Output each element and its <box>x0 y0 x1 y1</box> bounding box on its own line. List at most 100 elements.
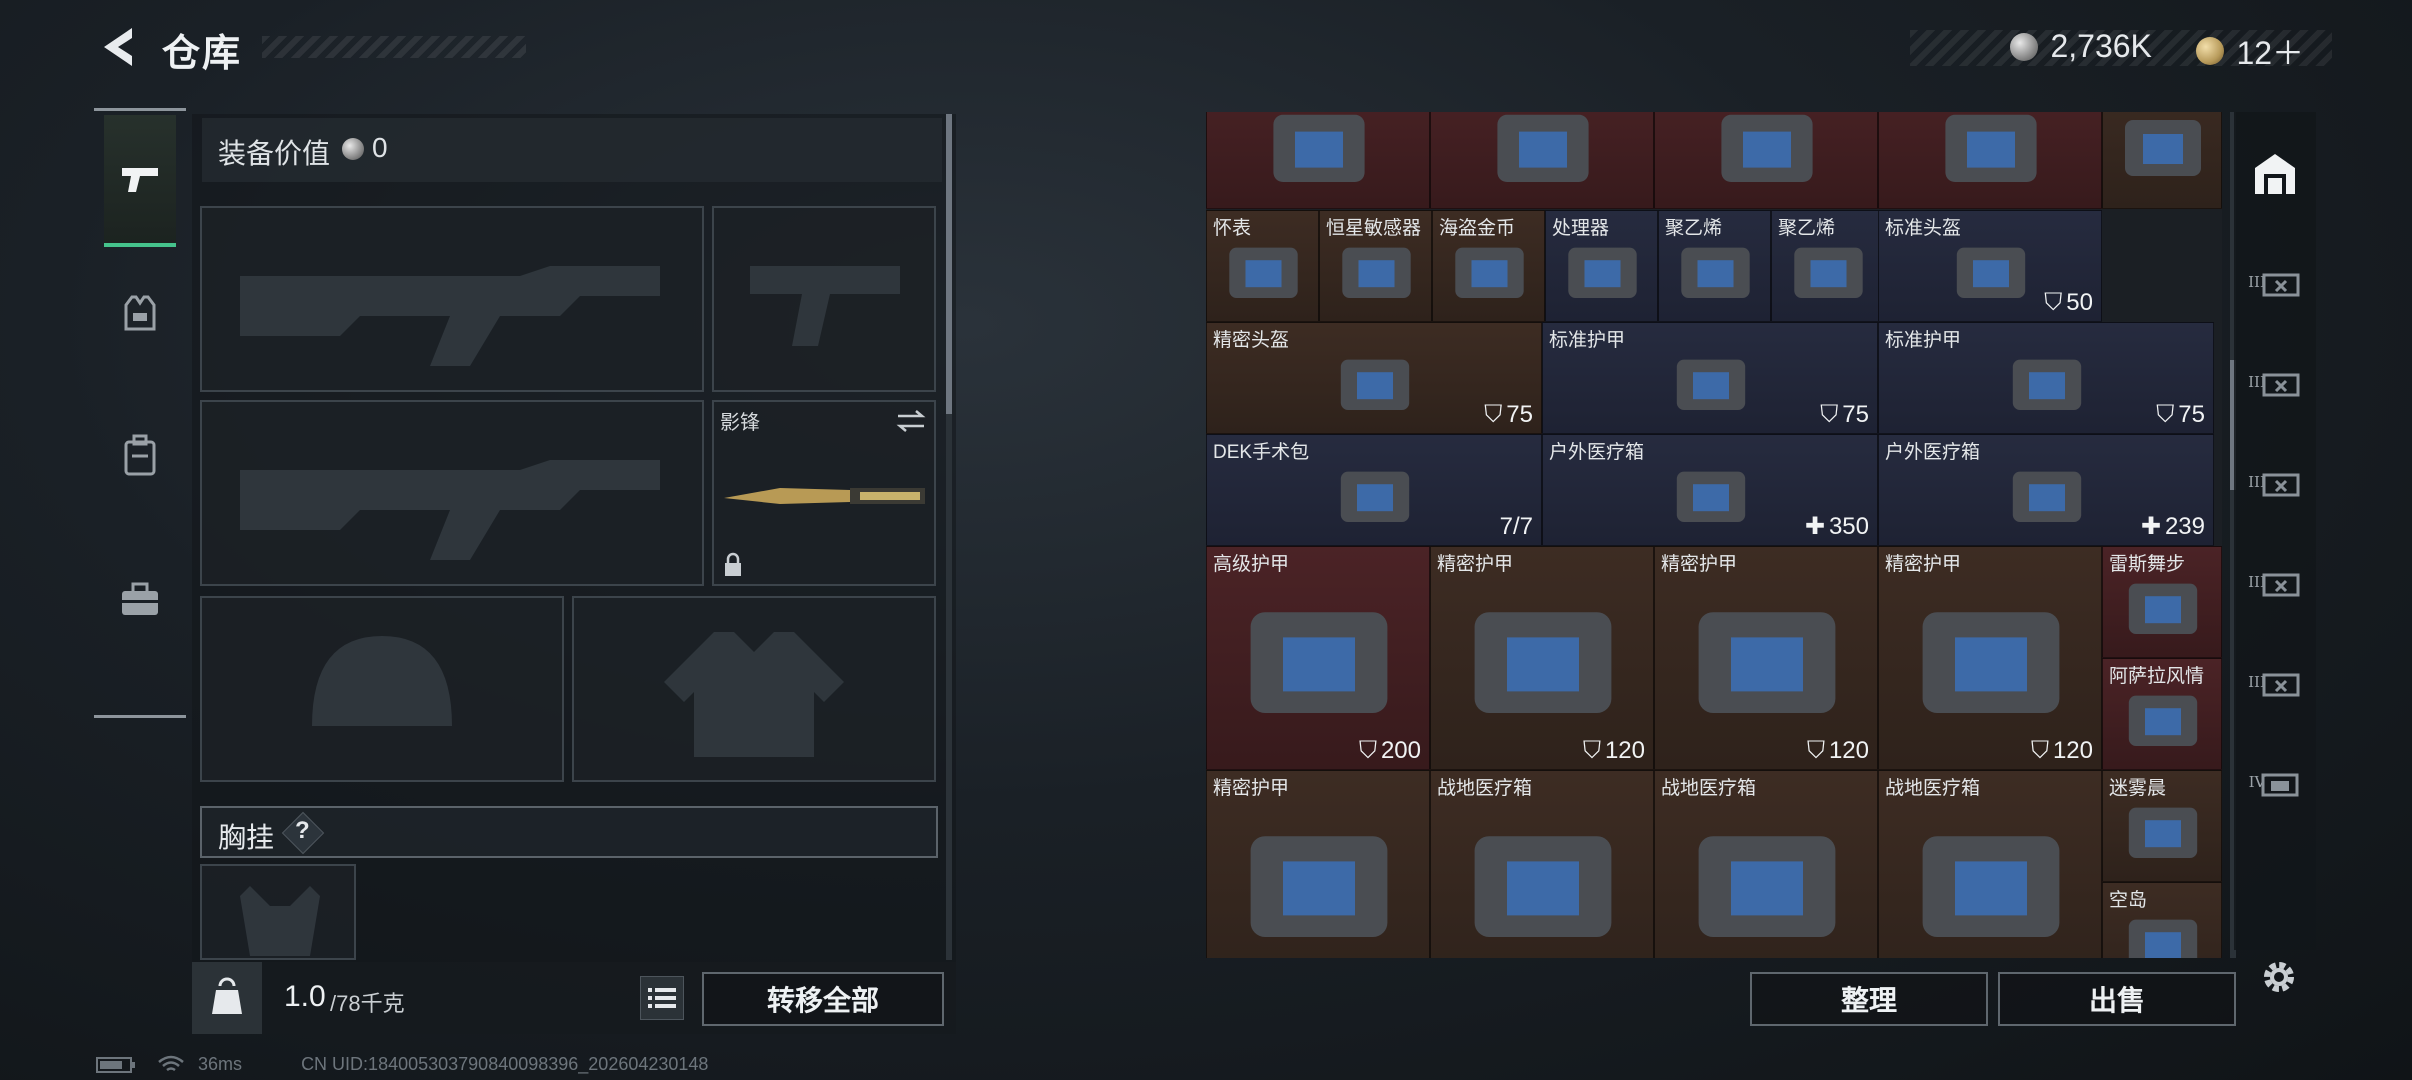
item-image <box>1250 836 1388 937</box>
stash-item[interactable] <box>1654 112 1878 209</box>
stash-item[interactable]: 精密头盔 ⛉ 75 <box>1206 322 1542 434</box>
item-image <box>1922 836 2060 937</box>
item-name: 标准护甲 <box>1885 330 1962 351</box>
item-value-text: 350 <box>1828 513 1869 540</box>
tab-vest[interactable] <box>104 249 176 377</box>
item-name: 恒星敏感器 <box>1326 218 1422 239</box>
tab-stash-iii-4[interactable]: III <box>2246 536 2304 628</box>
tab-backpack[interactable] <box>104 391 176 519</box>
stash-item[interactable]: DEK手术包 7/7 <box>1206 434 1542 546</box>
silver-coin-icon <box>342 138 364 160</box>
tab-vault[interactable] <box>2246 128 2304 220</box>
stash-item[interactable]: 雷斯舞步 <box>2102 546 2222 658</box>
shield-icon: ⛉ <box>2156 401 2175 428</box>
item-value: ⛉ 75 <box>2156 401 2205 429</box>
stash-item[interactable] <box>1430 112 1654 209</box>
stash-item[interactable] <box>1878 112 2102 209</box>
gold-amount: 12＋ <box>2236 35 2305 71</box>
stash-item[interactable]: 标准护甲 ⛉ 75 <box>1878 322 2214 434</box>
item-name: 战地医疗箱 <box>1661 778 1757 799</box>
item-image <box>1945 114 2037 182</box>
tab-stash-iii-1[interactable]: III <box>2246 236 2304 328</box>
stash-item[interactable]: 聚乙烯 <box>1658 210 1771 322</box>
shield-icon: ⛉ <box>1820 401 1839 428</box>
item-image <box>2012 471 2082 522</box>
stash-item[interactable]: 精密护甲 ⛉ 120 <box>1430 546 1654 770</box>
shield-icon: ⛉ <box>2044 289 2063 316</box>
item-image <box>1497 114 1589 182</box>
stash-box-icon <box>2261 773 2299 797</box>
primary-weapon-slot[interactable] <box>200 206 704 392</box>
stash-item[interactable]: 精密护甲 <box>1206 770 1430 958</box>
stash-item[interactable]: 聚乙烯 <box>1771 210 1884 322</box>
equipment-tab-column <box>94 108 186 718</box>
item-image <box>1250 612 1388 713</box>
melee-slot[interactable]: 影锋 <box>712 400 936 586</box>
pistol-icon <box>122 168 158 192</box>
stash-item[interactable]: 怀表 <box>1206 210 1319 322</box>
stash-box-icon <box>2262 273 2300 297</box>
stash-item[interactable]: 战地医疗箱 <box>1430 770 1654 958</box>
armor-slot[interactable] <box>572 596 936 782</box>
tab-stash-iv[interactable]: IV <box>2246 736 2304 828</box>
stash-item[interactable]: 阿萨拉风情 <box>2102 658 2222 770</box>
item-name: 处理器 <box>1552 218 1610 239</box>
item-name: 精密护甲 <box>1213 778 1290 799</box>
chest-rig-header: 胸挂 ? <box>200 806 938 858</box>
item-value-text: 120 <box>2052 737 2093 764</box>
item-name: 空岛 <box>2109 890 2148 911</box>
item-value-text: 200 <box>1380 737 1421 764</box>
stash-item[interactable]: 海盗金币 <box>1432 210 1545 322</box>
stash-item[interactable]: 标准护甲 ⛉ 75 <box>1542 322 1878 434</box>
tab-toolbox[interactable] <box>104 535 176 663</box>
stash-item[interactable]: 高级护甲 ⛉ 200 <box>1206 546 1430 770</box>
equipment-value: 0 <box>372 132 388 163</box>
stash-item[interactable]: 精密护甲 ⛉ 120 <box>1654 546 1878 770</box>
item-name: 战地医疗箱 <box>1437 778 1533 799</box>
stash-item[interactable]: 空岛 <box>2102 882 2222 958</box>
chest-rig-slot[interactable] <box>200 864 356 960</box>
stash-item[interactable]: 标准头盔 ⛉ 50 <box>1878 210 2102 322</box>
item-image <box>1676 471 1746 522</box>
sell-button[interactable]: 出售 <box>1998 972 2236 1026</box>
stash-item[interactable]: 精密护甲 ⛉ 120 <box>1878 546 2102 770</box>
tab-stash-iii-5[interactable]: III <box>2246 636 2304 728</box>
stash-item[interactable]: 户外医疗箱 ✚ 350 <box>1542 434 1878 546</box>
equipment-scrollbar-thumb[interactable] <box>946 114 952 414</box>
item-image <box>1340 471 1410 522</box>
stash-item[interactable]: 战地医疗箱 <box>1654 770 1878 958</box>
tab-weapons[interactable] <box>104 115 176 247</box>
stash-item[interactable]: 处理器 <box>1545 210 1658 322</box>
plus-icon: ✚ <box>1804 513 1825 540</box>
sidearm-slot[interactable] <box>712 206 936 392</box>
stash-item[interactable]: 战地医疗箱 <box>1878 770 2102 958</box>
item-name: 精密护甲 <box>1437 554 1514 575</box>
item-value: ⛉ 120 <box>1807 737 1869 765</box>
item-image <box>2128 807 2198 858</box>
item-name: 精密护甲 <box>1661 554 1738 575</box>
item-image <box>1794 247 1863 298</box>
tab-stash-iii-3[interactable]: III <box>2246 436 2304 528</box>
tab-stash-iii-2[interactable]: III <box>2246 336 2304 428</box>
helmet-slot[interactable] <box>200 596 564 782</box>
rifle-silhouette-icon <box>240 460 660 560</box>
rifle-silhouette-icon <box>240 266 660 366</box>
stash-item[interactable]: 迷雾晨 <box>2102 770 2222 882</box>
transfer-all-button[interactable]: 转移全部 <box>702 972 944 1026</box>
item-value: ⛉ 50 <box>2044 289 2093 317</box>
sort-button[interactable]: 整理 <box>1750 972 1988 1026</box>
stash-item[interactable]: 户外医疗箱 ✚ 239 <box>1878 434 2214 546</box>
stash-item[interactable] <box>1206 112 1430 209</box>
item-image <box>1229 247 1298 298</box>
ping-text: 36ms <box>198 1054 243 1074</box>
stash-item[interactable]: 恒星敏感器 <box>1319 210 1432 322</box>
gear-icon[interactable] <box>2258 956 2300 998</box>
item-value: 7/7 <box>1500 513 1533 541</box>
item-value: ⛉ 75 <box>1484 401 1533 429</box>
back-arrow-icon[interactable] <box>96 22 140 72</box>
gold-currency[interactable]: 12＋ <box>2196 28 2304 74</box>
list-view-button[interactable] <box>640 976 684 1020</box>
secondary-weapon-slot[interactable] <box>200 400 704 586</box>
swap-icon[interactable] <box>894 408 928 434</box>
stash-item[interactable] <box>2102 112 2222 209</box>
